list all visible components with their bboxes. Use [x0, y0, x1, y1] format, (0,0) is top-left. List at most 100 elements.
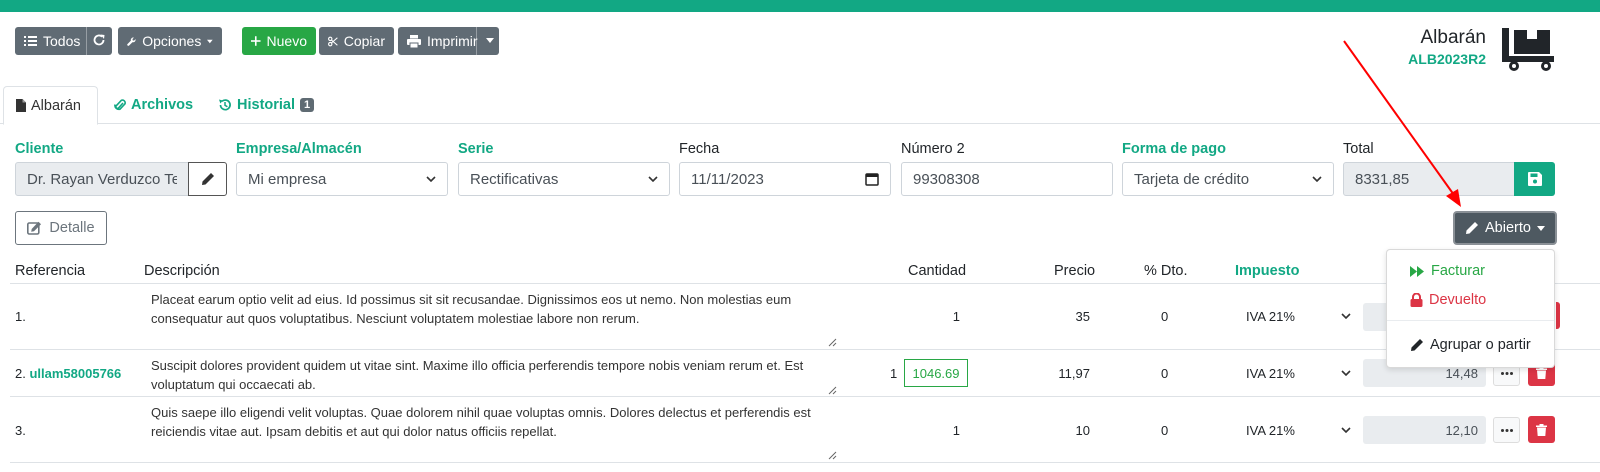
- column-header-descripcion: Descripción: [144, 263, 220, 279]
- new-button[interactable]: Nuevo: [242, 27, 316, 55]
- column-header-impuesto[interactable]: Impuesto: [1235, 263, 1299, 279]
- fecha-label: Fecha: [679, 141, 720, 157]
- tab-historial[interactable]: Historial 1: [206, 86, 326, 124]
- toolbar-separator: [476, 27, 477, 55]
- detalle-button[interactable]: Detalle: [15, 211, 107, 245]
- line-discount[interactable]: 0: [1161, 423, 1168, 438]
- edit-square-icon: [27, 221, 42, 235]
- line-price[interactable]: 10: [1040, 423, 1090, 438]
- ellipsis-icon: [1500, 428, 1513, 432]
- line-tax[interactable]: IVA 21%: [1246, 423, 1295, 438]
- trash-icon: [1536, 366, 1547, 379]
- line-description: Placeat earum optio velit ad eius. Id po…: [151, 292, 792, 326]
- line-quantity[interactable]: 1: [930, 309, 960, 324]
- line-description: Suscipit dolores provident quidem ut vit…: [151, 358, 804, 392]
- serie-value: Rectificativas: [470, 170, 559, 188]
- printer-icon: [407, 34, 421, 48]
- line-index: 3.: [15, 423, 26, 438]
- line-tax[interactable]: IVA 21%: [1246, 366, 1295, 381]
- file-icon: [16, 99, 26, 112]
- resize-grip-icon[interactable]: [828, 386, 837, 395]
- chevron-down-icon: [426, 176, 436, 182]
- line-discount[interactable]: 0: [1161, 366, 1168, 381]
- line-delete-button-edge: [1556, 302, 1560, 329]
- forma-pago-value: Tarjeta de crédito: [1134, 170, 1250, 188]
- line-index: 2.: [15, 366, 26, 381]
- pencil-icon: [1411, 339, 1423, 351]
- paperclip-icon: [114, 99, 126, 111]
- tab-albaran[interactable]: Albarán: [3, 86, 98, 125]
- print-caret-down-icon[interactable]: [486, 38, 494, 43]
- column-header-cantidad: Cantidad: [908, 263, 967, 279]
- numero2-input[interactable]: 99308308: [901, 162, 1113, 196]
- chevron-down-icon[interactable]: [1341, 313, 1351, 319]
- numero2-value: 99308308: [913, 170, 980, 188]
- column-header-referencia: Referencia: [15, 263, 86, 279]
- toolbar-separator: [86, 27, 87, 55]
- empresa-select[interactable]: Mi empresa: [236, 162, 448, 196]
- menu-item-agrupar[interactable]: Agrupar o partir: [1387, 332, 1554, 358]
- wrench-icon: [127, 37, 136, 46]
- history-count-badge: 1: [300, 98, 315, 112]
- line-tax[interactable]: IVA 21%: [1246, 309, 1295, 324]
- status-dropdown-menu: Facturar Devuelto Agrupar o partir: [1386, 249, 1555, 368]
- status-dropdown-button[interactable]: Abierto: [1453, 211, 1557, 245]
- line-delete-button[interactable]: [1528, 416, 1555, 443]
- menu-divider: [1387, 320, 1554, 321]
- menu-item-facturar-label: Facturar: [1431, 263, 1485, 279]
- pencil-icon: [201, 173, 214, 185]
- refresh-icon[interactable]: [92, 33, 106, 50]
- line-more-button[interactable]: [1493, 417, 1520, 443]
- options-button-label: Opciones: [142, 33, 202, 49]
- row-divider: [10, 462, 1600, 463]
- line-index: 1.: [15, 309, 26, 324]
- print-button[interactable]: Imprimir: [398, 27, 499, 55]
- numero2-label: Número 2: [901, 141, 965, 157]
- line-reference-link[interactable]: ullam58005766: [29, 366, 121, 381]
- resize-grip-icon[interactable]: [828, 451, 837, 460]
- serie-label[interactable]: Serie: [458, 141, 493, 157]
- calendar-icon[interactable]: [865, 172, 879, 186]
- line-description-input[interactable]: Suscipit dolores provident quidem ut vit…: [144, 350, 838, 396]
- edit-cliente-button[interactable]: [188, 162, 227, 196]
- line-discount[interactable]: 0: [1161, 309, 1168, 324]
- line-quantity[interactable]: 1: [890, 366, 897, 381]
- new-button-label: Nuevo: [266, 33, 307, 49]
- chevron-down-icon[interactable]: [1341, 427, 1351, 433]
- copy-button[interactable]: Copiar: [319, 27, 394, 55]
- line-price[interactable]: 35: [1040, 309, 1090, 324]
- tab-archivos-label: Archivos: [131, 97, 194, 113]
- forma-pago-label[interactable]: Forma de pago: [1122, 141, 1226, 157]
- ellipsis-icon: [1500, 371, 1513, 375]
- empresa-label[interactable]: Empresa/Almacén: [236, 141, 362, 157]
- caret-down-icon: [207, 39, 213, 43]
- caret-down-icon: [1536, 225, 1545, 231]
- lock-icon: [1410, 293, 1423, 307]
- menu-item-devuelto-label: Devuelto: [1429, 292, 1487, 308]
- serie-select[interactable]: Rectificativas: [458, 162, 670, 196]
- line-price[interactable]: 11,97: [1040, 366, 1090, 381]
- menu-item-agrupar-label: Agrupar o partir: [1430, 337, 1531, 353]
- trash-icon: [1536, 423, 1547, 436]
- forma-pago-select[interactable]: Tarjeta de crédito: [1122, 162, 1334, 196]
- cliente-label[interactable]: Cliente: [15, 141, 63, 157]
- cliente-field[interactable]: Dr. Rayan Verduzco Te: [15, 162, 189, 196]
- scissors-icon: [328, 36, 338, 46]
- line-description-input[interactable]: Quis saepe illo eligendi velit voluptas.…: [144, 397, 838, 461]
- fecha-input[interactable]: 11/11/2023: [679, 162, 891, 196]
- column-header-dto: % Dto.: [1144, 263, 1188, 279]
- line-description-input[interactable]: Placeat earum optio velit ad eius. Id po…: [144, 284, 838, 348]
- tab-historial-label: Historial: [237, 97, 296, 113]
- menu-item-facturar[interactable]: Facturar: [1387, 258, 1554, 284]
- line-description: Quis saepe illo eligendi velit voluptas.…: [151, 405, 811, 439]
- tab-archivos[interactable]: Archivos: [102, 86, 205, 124]
- chevron-down-icon: [1312, 176, 1322, 182]
- chevron-down-icon[interactable]: [1341, 370, 1351, 376]
- line-quantity[interactable]: 1: [930, 423, 960, 438]
- options-button[interactable]: Opciones: [118, 27, 222, 55]
- save-button[interactable]: [1514, 162, 1555, 196]
- empresa-value: Mi empresa: [248, 170, 327, 188]
- status-label: Abierto: [1485, 220, 1531, 236]
- menu-item-devuelto[interactable]: Devuelto: [1387, 287, 1554, 313]
- resize-grip-icon[interactable]: [828, 338, 837, 347]
